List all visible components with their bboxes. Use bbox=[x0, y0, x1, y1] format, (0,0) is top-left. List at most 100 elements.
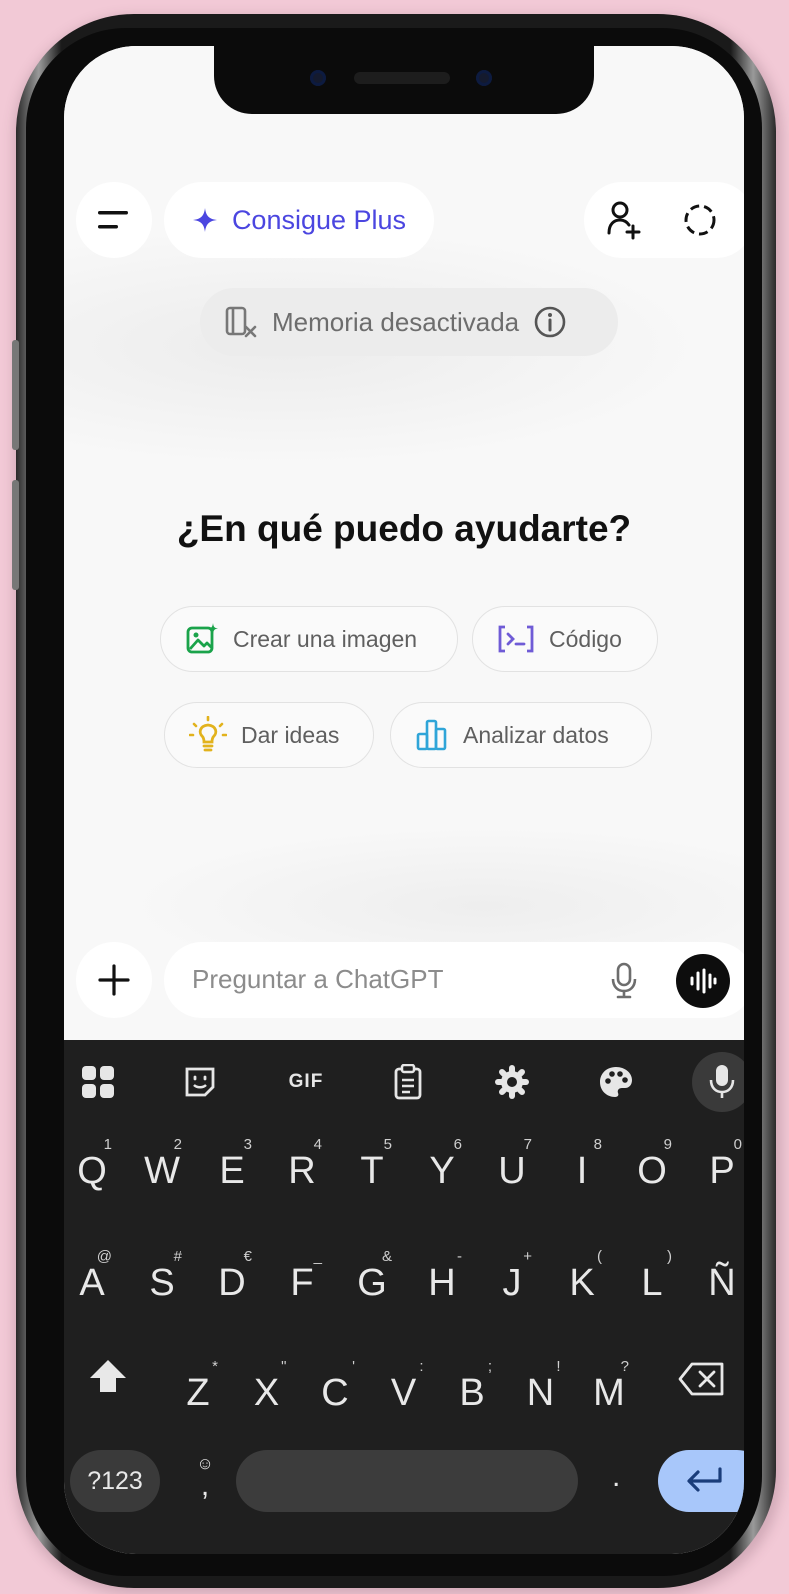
gif-button[interactable]: GIF bbox=[286, 1062, 326, 1102]
camera-notch bbox=[214, 46, 594, 114]
enter-key[interactable] bbox=[658, 1450, 744, 1512]
suggestion-code[interactable]: Código bbox=[472, 606, 658, 672]
key[interactable]: F _ bbox=[272, 1236, 332, 1316]
upgrade-plus-label: Consigue Plus bbox=[231, 204, 407, 235]
key-hint: - bbox=[457, 1248, 462, 1265]
key-hint: * bbox=[212, 1358, 218, 1375]
menu-icon bbox=[98, 211, 128, 229]
key[interactable]: Y6 bbox=[412, 1124, 472, 1204]
key-label: X bbox=[253, 1372, 280, 1414]
palette-icon[interactable] bbox=[596, 1062, 636, 1102]
suggestion-create-image[interactable]: Crear una imagen bbox=[160, 606, 458, 672]
sticker-icon[interactable] bbox=[180, 1062, 220, 1102]
key-hint: € bbox=[243, 1248, 252, 1265]
key-hint: ! bbox=[556, 1358, 561, 1375]
key[interactable]: I8 bbox=[552, 1124, 612, 1204]
microphone-icon bbox=[709, 1065, 735, 1098]
gear-icon[interactable] bbox=[492, 1062, 532, 1102]
key[interactable]: U7 bbox=[482, 1124, 542, 1204]
key[interactable]: N! bbox=[511, 1346, 571, 1426]
front-sensor bbox=[476, 70, 492, 86]
period-key[interactable]: . bbox=[612, 1460, 620, 1494]
space-bar[interactable] bbox=[236, 1450, 578, 1512]
key[interactable]: W2 bbox=[132, 1124, 192, 1204]
suggestion-ideas[interactable]: Dar ideas bbox=[164, 702, 374, 768]
key-hint: _ bbox=[313, 1248, 322, 1265]
key[interactable]: S # bbox=[132, 1236, 192, 1316]
key-label: H bbox=[428, 1262, 456, 1304]
message-input-placeholder: Preguntar a ChatGPT bbox=[192, 964, 444, 994]
voice-mode-button[interactable] bbox=[676, 954, 730, 1008]
key-label: J bbox=[502, 1262, 522, 1304]
key-label: Y bbox=[429, 1150, 455, 1192]
key[interactable]: Ñ bbox=[692, 1236, 744, 1316]
key-hint: 2 bbox=[173, 1136, 182, 1153]
key-hint: 9 bbox=[663, 1136, 672, 1153]
suggestion-label: Crear una imagen bbox=[233, 625, 418, 652]
plus-icon bbox=[98, 964, 130, 996]
key[interactable]: K( bbox=[552, 1236, 612, 1316]
key-hint: 1 bbox=[103, 1136, 112, 1153]
key-hint: + bbox=[523, 1248, 532, 1265]
emoji-comma-key[interactable]: ☺ , bbox=[188, 1454, 222, 1504]
key-label: U bbox=[498, 1150, 526, 1192]
key[interactable]: Z * bbox=[168, 1346, 228, 1426]
key[interactable]: B; bbox=[442, 1346, 502, 1426]
key-label: I bbox=[576, 1150, 588, 1192]
keyboard-mic-button[interactable] bbox=[692, 1052, 744, 1112]
apps-grid-icon[interactable] bbox=[78, 1062, 118, 1102]
key[interactable]: O9 bbox=[622, 1124, 682, 1204]
key-label: K bbox=[569, 1262, 595, 1304]
key[interactable]: J + bbox=[482, 1236, 542, 1316]
attach-button[interactable] bbox=[76, 942, 152, 1018]
key[interactable]: X " bbox=[237, 1346, 297, 1426]
memory-status-pill[interactable]: Memoria desactivada bbox=[200, 288, 618, 356]
numbers-key[interactable]: ?123 bbox=[70, 1450, 160, 1512]
key-hint: 3 bbox=[243, 1136, 252, 1153]
key-hint: ) bbox=[667, 1248, 672, 1265]
add-person-icon[interactable] bbox=[606, 200, 642, 240]
key-label: O bbox=[637, 1150, 667, 1192]
key-label: R bbox=[288, 1150, 316, 1192]
upgrade-plus-button[interactable]: Consigue Plus bbox=[164, 182, 434, 258]
memory-off-icon bbox=[225, 306, 257, 338]
key[interactable]: M? bbox=[579, 1346, 639, 1426]
backspace-key[interactable] bbox=[678, 1362, 726, 1401]
menu-button[interactable] bbox=[76, 182, 152, 258]
lightbulb-icon bbox=[189, 716, 227, 752]
key[interactable]: V: bbox=[374, 1346, 434, 1426]
message-input[interactable]: Preguntar a ChatGPT bbox=[164, 942, 744, 1018]
key-hint: @ bbox=[96, 1248, 112, 1265]
key[interactable]: E3 bbox=[202, 1124, 262, 1204]
key[interactable]: T5 bbox=[342, 1124, 402, 1204]
key-label: T bbox=[360, 1150, 384, 1192]
key[interactable]: G & bbox=[342, 1236, 402, 1316]
key[interactable]: C ' bbox=[305, 1346, 365, 1426]
key[interactable]: Q1 bbox=[64, 1124, 122, 1204]
suggestion-analyze-data[interactable]: Analizar datos bbox=[390, 702, 652, 768]
code-icon bbox=[498, 625, 534, 653]
clipboard-icon[interactable] bbox=[388, 1062, 428, 1102]
key-hint: 4 bbox=[313, 1136, 322, 1153]
shift-arrow-icon bbox=[90, 1360, 126, 1392]
earpiece-speaker bbox=[354, 72, 450, 84]
key[interactable]: H- bbox=[412, 1236, 472, 1316]
shift-key[interactable] bbox=[88, 1358, 138, 1408]
key[interactable]: R4 bbox=[272, 1124, 332, 1204]
key[interactable]: A @ bbox=[64, 1236, 122, 1316]
phone-screen: Consigue Plus Memoria desactivada ¿En qu… bbox=[64, 46, 744, 1554]
info-icon[interactable] bbox=[533, 305, 567, 339]
page-heading: ¿En qué puedo ayudarte? bbox=[176, 508, 632, 549]
key-label: L bbox=[641, 1262, 663, 1304]
temporary-chat-icon[interactable] bbox=[682, 202, 718, 238]
key-label: B bbox=[459, 1372, 485, 1414]
key-label: M bbox=[593, 1372, 625, 1414]
key[interactable]: P0 bbox=[692, 1124, 744, 1204]
key[interactable]: D € bbox=[202, 1236, 262, 1316]
microphone-icon[interactable] bbox=[610, 962, 638, 1000]
key[interactable]: L) bbox=[622, 1236, 682, 1316]
key-hint: " bbox=[281, 1358, 287, 1375]
key-label: A bbox=[79, 1262, 105, 1304]
key-hint: ( bbox=[597, 1248, 602, 1265]
key-hint: ? bbox=[620, 1358, 629, 1375]
